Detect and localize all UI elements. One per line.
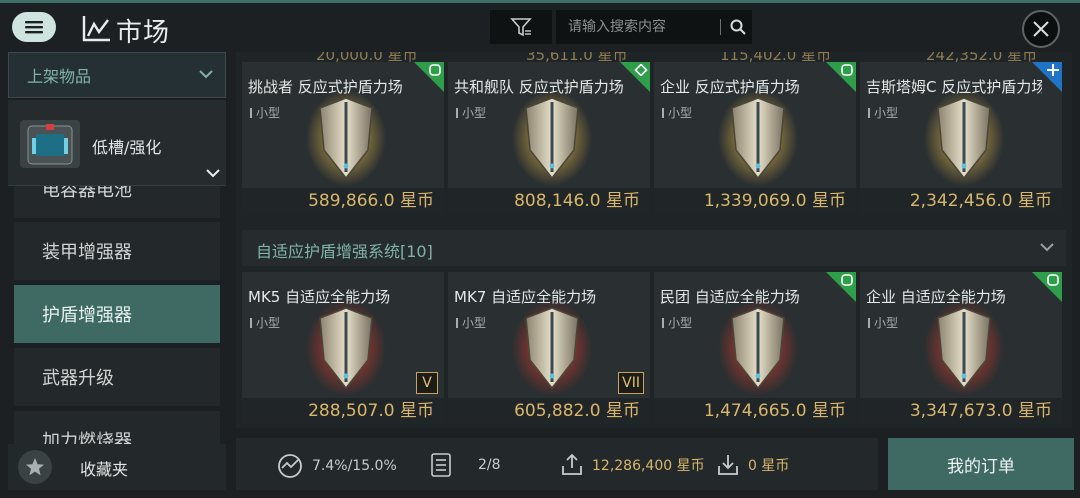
item-card[interactable]: 挑战者 反应式护盾力场 小型 589,866.0 星币 — [242, 62, 444, 214]
buy-total: 0 星币 — [716, 452, 789, 478]
menu-button[interactable] — [12, 12, 56, 42]
square-badge-icon — [429, 64, 441, 76]
sidebar-item-armor-enhancer[interactable]: 装甲增强器 — [14, 222, 220, 280]
order-list-icon — [431, 453, 451, 477]
shield-red-icon — [512, 300, 592, 396]
chevron-down-icon — [206, 169, 220, 178]
sell-total: 12,286,400 星币 — [560, 452, 705, 478]
item-size: 小型 — [456, 314, 486, 331]
star-icon — [18, 450, 52, 484]
item-price: 808,146.0 星币 — [448, 188, 650, 214]
tax-gauge-icon — [278, 454, 302, 478]
item-grid: 20,000.0 星币 35,611.0 星币 115,402.0 星币 242… — [236, 52, 1072, 428]
item-card[interactable]: 企业 反应式护盾力场 小型 1,339,069.0 星币 — [654, 62, 856, 214]
dropdown-label: 上架物品 — [27, 67, 92, 86]
shield-gold-icon — [306, 90, 386, 186]
item-price: 589,866.0 星币 — [242, 188, 444, 214]
my-orders-button[interactable]: 我的订单 — [888, 438, 1074, 490]
sidebar-item-label: 装甲增强器 — [42, 242, 132, 263]
tier-badge: V — [416, 372, 438, 394]
item-card[interactable]: 吉斯塔姆C 反应式护盾力场 小型 2,342,456.0 星币 — [860, 62, 1062, 214]
buy-total-value: 0 星币 — [748, 458, 790, 474]
favorites-label: 收藏夹 — [80, 460, 129, 479]
square-badge-icon — [841, 64, 853, 76]
item-size: 小型 — [868, 104, 898, 121]
item-price: 1,339,069.0 星币 — [654, 188, 856, 214]
sidebar-item-label: 护盾增强器 — [42, 305, 132, 326]
item-card[interactable]: MK7 自适应全能力场 小型 VII 605,882.0 星币 — [448, 272, 650, 424]
sidebar: 上架物品 低槽/强化 电容器电池 装甲增强器 护盾增强器 武器升级 加力燃烧器 — [8, 52, 226, 444]
square-badge-icon — [841, 274, 853, 286]
search-separator — [720, 19, 721, 35]
listing-type-dropdown[interactable]: 上架物品 — [8, 52, 226, 98]
square-badge-icon — [1047, 274, 1059, 286]
hamburger-icon — [25, 21, 43, 34]
sidebar-item-label: 加力燃烧器 — [42, 431, 132, 444]
page-title: 市场 — [116, 18, 171, 48]
sidebar-item-shield-enhancer[interactable]: 护盾增强器 — [14, 285, 220, 343]
shield-red-icon — [306, 300, 386, 396]
close-button[interactable] — [1022, 10, 1060, 48]
search-icon[interactable] — [729, 18, 747, 36]
sell-upload-icon — [562, 453, 582, 475]
sidebar-item-weapon-upgrade[interactable]: 武器升级 — [14, 348, 220, 406]
market-footer: 7.4%/15.0% 2/8 12,286,400 星币 0 星币 — [236, 438, 878, 490]
diamond-badge-icon — [634, 64, 648, 76]
buy-download-icon — [718, 455, 738, 475]
item-size: 小型 — [662, 104, 692, 121]
item-size: 小型 — [456, 104, 486, 121]
category-header[interactable]: 低槽/强化 — [8, 100, 226, 186]
sidebar-item-label: 武器升级 — [42, 368, 114, 389]
filter-button[interactable] — [490, 10, 552, 44]
module-thumbnail — [20, 120, 80, 168]
item-card[interactable]: 企业 自适应全能力场 小型 3,347,673.0 星币 — [860, 272, 1062, 424]
item-size: 小型 — [250, 314, 280, 331]
search-box — [556, 10, 752, 44]
order-count: 2/8 — [430, 452, 501, 478]
item-size: 小型 — [868, 314, 898, 331]
section-label: 自适应护盾增强系统[10] — [256, 242, 433, 261]
item-card[interactable]: MK5 自适应全能力场 小型 V 288,507.0 星币 — [242, 272, 444, 424]
tax-value: 7.4%/15.0% — [312, 458, 397, 474]
shield-gold-icon — [718, 90, 798, 186]
chevron-down-icon — [1040, 243, 1054, 252]
shield-red-icon — [718, 300, 798, 396]
search-input[interactable] — [568, 19, 718, 35]
top-accent-line — [0, 0, 1080, 3]
section-header[interactable]: 自适应护盾增强系统[10] — [242, 230, 1066, 266]
filter-icon — [510, 18, 532, 37]
item-size: 小型 — [662, 314, 692, 331]
sell-total-value: 12,286,400 星币 — [592, 458, 705, 474]
shield-red-icon — [924, 300, 1004, 396]
tier-badge: VII — [618, 372, 644, 394]
item-price: 2,342,456.0 星币 — [860, 188, 1062, 214]
category-label: 低槽/强化 — [92, 138, 162, 157]
tax-rate: 7.4%/15.0% — [276, 452, 397, 480]
favorites-button[interactable]: 收藏夹 — [8, 444, 226, 490]
shield-gold-icon — [924, 90, 1004, 186]
item-price: 288,507.0 星币 — [242, 398, 444, 424]
item-size: 小型 — [250, 104, 280, 121]
item-card[interactable]: 民团 自适应全能力场 小型 1,474,665.0 星币 — [654, 272, 856, 424]
close-icon — [1033, 21, 1049, 37]
order-count-value: 2/8 — [478, 457, 501, 473]
chevron-down-icon — [199, 70, 213, 79]
shield-gold-icon — [512, 90, 592, 186]
sidebar-item-afterburner[interactable]: 加力燃烧器 — [14, 411, 220, 444]
chart-trend-icon — [82, 16, 110, 42]
item-card[interactable]: 共和舰队 反应式护盾力场 小型 808,146.0 星币 — [448, 62, 650, 214]
item-price: 605,882.0 星币 — [448, 398, 650, 424]
item-price: 1,474,665.0 星币 — [654, 398, 856, 424]
plus-badge-icon — [1047, 64, 1059, 76]
item-price: 3,347,673.0 星币 — [860, 398, 1062, 424]
